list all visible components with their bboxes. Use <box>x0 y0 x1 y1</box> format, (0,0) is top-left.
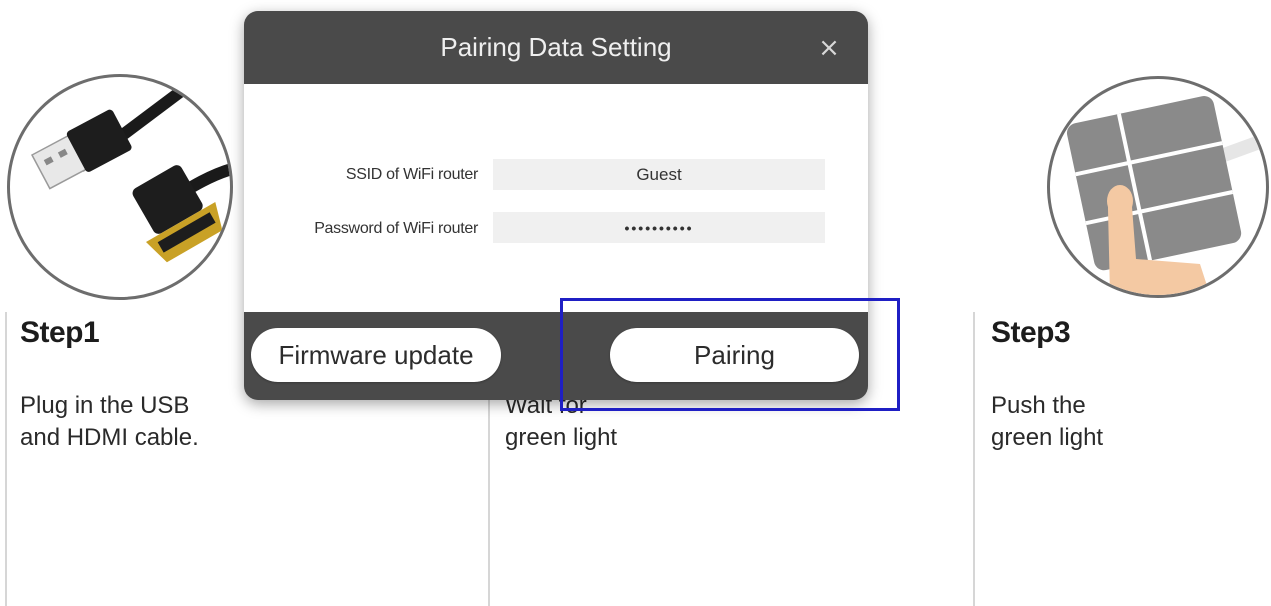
step3-image <box>1047 76 1269 298</box>
dialog-header: Pairing Data Setting × <box>244 11 868 84</box>
dialog-body: SSID of WiFi router Password of WiFi rou… <box>244 84 868 312</box>
push-green-light-icon <box>1066 96 1266 295</box>
pairing-dialog: Pairing Data Setting × SSID of WiFi rout… <box>244 11 868 400</box>
step1-description: Plug in the USB and HDMI cable. <box>20 390 199 454</box>
step3-divider <box>973 312 975 606</box>
step1-title: Step1 <box>20 316 100 349</box>
step3-title: Step3 <box>991 316 1071 349</box>
step3-description: Push the green light <box>991 390 1103 454</box>
firmware-update-button[interactable]: Firmware update <box>251 328 501 382</box>
password-label: Password of WiFi router <box>314 220 478 237</box>
usb-hdmi-cable-icon <box>30 77 230 263</box>
ssid-field[interactable] <box>493 159 825 190</box>
step1-line2: and HDMI cable. <box>20 424 199 451</box>
step2-line2: green light <box>505 424 618 451</box>
close-icon[interactable]: × <box>814 33 844 63</box>
password-field[interactable] <box>493 212 825 243</box>
step3-line1: Push the <box>991 392 1086 419</box>
pairing-button[interactable]: Pairing <box>610 328 859 382</box>
step1-image <box>7 74 233 300</box>
step1-line1: Plug in the USB <box>20 392 190 419</box>
ssid-label: SSID of WiFi router <box>345 166 478 183</box>
step1-divider <box>5 312 7 606</box>
step3-line2: green light <box>991 424 1104 451</box>
dialog-footer: Firmware update Pairing <box>244 312 868 400</box>
dialog-title: Pairing Data Setting <box>440 32 672 62</box>
